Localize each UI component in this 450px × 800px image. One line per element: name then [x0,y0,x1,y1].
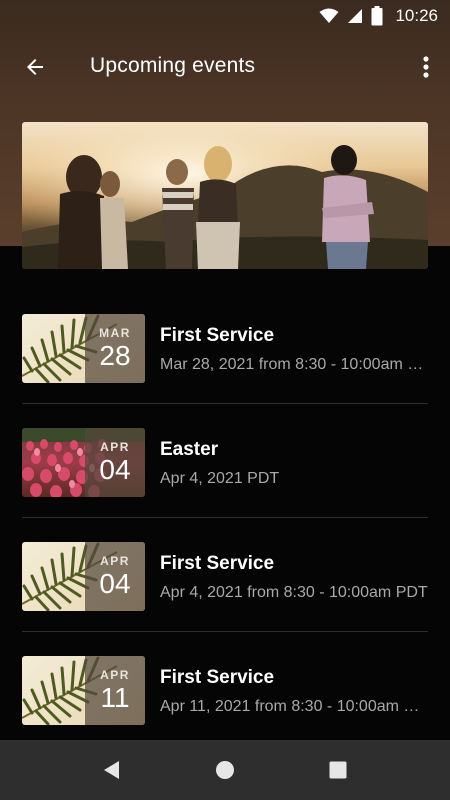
date-month: APR [100,440,130,454]
nav-recents-button[interactable] [326,758,350,782]
events-screen: 10:26 Upcoming events MAR 28 First Servi… [0,0,450,800]
hero-image [22,122,428,269]
back-button[interactable] [18,50,52,84]
back-triangle-icon [104,761,119,779]
nav-back-button[interactable] [100,758,124,782]
event-title: Easter [160,439,219,460]
event-title: First Service [160,553,275,574]
date-day: 04 [99,568,131,599]
event-thumbnail: APR 04 [22,428,145,497]
event-text: First Service Apr 4, 2021 from 8:30 - 10… [160,552,428,604]
system-nav-bar [0,740,450,800]
more-options-button[interactable] [414,50,438,84]
arrow-left-icon [27,59,43,75]
event-text: First Service Apr 11, 2021 from 8:30 - 1… [160,666,428,718]
event-text: First Service Mar 28, 2021 from 8:30 - 1… [160,324,428,376]
nav-home-button[interactable] [213,758,237,782]
date-badge: APR 11 [85,656,145,725]
date-month: APR [100,668,130,682]
recents-square-icon [329,761,347,779]
event-thumbnail: APR 11 [22,656,145,725]
date-badge: MAR 28 [85,314,145,383]
home-circle-icon [216,761,234,779]
event-item[interactable]: APR 11 First Service Apr 11, 2021 from 8… [0,632,450,746]
event-text: Easter Apr 4, 2021 PDT [160,438,428,490]
event-subtitle: Apr 4, 2021 PDT [160,470,280,487]
app-bar: Upcoming events [0,40,450,94]
event-thumbnail: APR 04 [22,542,145,611]
date-day: 04 [99,454,131,485]
event-list: MAR 28 First Service Mar 28, 2021 from 8… [0,290,450,746]
more-vert-icon [423,56,429,78]
event-title: First Service [160,667,275,688]
date-badge: APR 04 [85,542,145,611]
cell-signal-icon [348,9,363,23]
status-bar: 10:26 [0,0,450,32]
event-subtitle: Mar 28, 2021 from 8:30 - 10:00am PDT [160,356,428,373]
wifi-icon [319,8,339,23]
date-month: MAR [99,326,131,340]
date-badge: APR 04 [85,428,145,497]
date-day: 28 [99,340,131,371]
event-item[interactable]: MAR 28 First Service Mar 28, 2021 from 8… [0,290,450,404]
event-subtitle: Apr 11, 2021 from 8:30 - 10:00am PDT [160,698,428,715]
event-subtitle: Apr 4, 2021 from 8:30 - 10:00am PDT [160,584,428,601]
battery-icon [371,6,383,26]
event-item[interactable]: APR 04 Easter Apr 4, 2021 PDT [0,404,450,518]
status-time: 10:26 [395,6,438,25]
date-day: 11 [100,682,130,713]
page-title: Upcoming events [90,54,256,77]
event-title: First Service [160,325,275,346]
date-month: APR [100,554,130,568]
event-item[interactable]: APR 04 First Service Apr 4, 2021 from 8:… [0,518,450,632]
event-thumbnail: MAR 28 [22,314,145,383]
